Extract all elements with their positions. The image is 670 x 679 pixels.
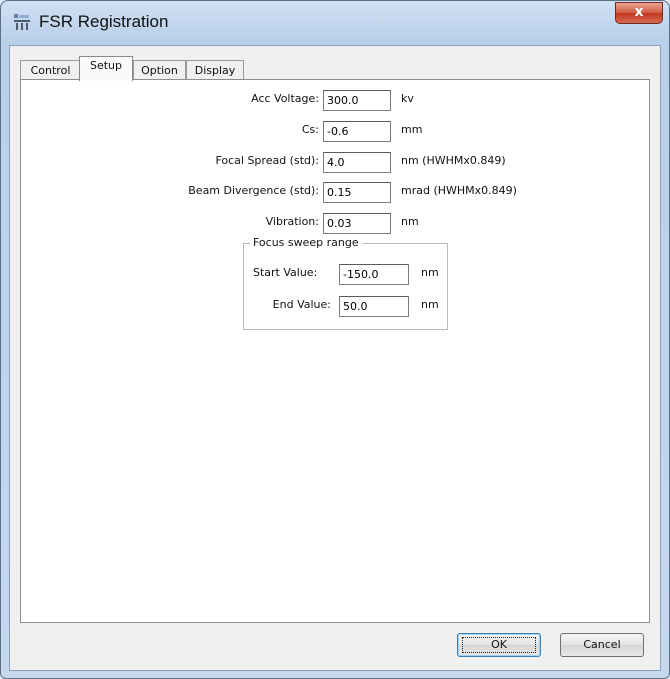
cs-label: Cs: (301, 123, 319, 136)
ok-button[interactable]: OK (457, 633, 541, 657)
close-icon: x (634, 4, 644, 20)
focus-ring (462, 637, 536, 653)
dialog-window: FSR Registration x Control Setup Option … (0, 0, 670, 679)
tab-display[interactable]: Display (186, 60, 244, 80)
cancel-button-label: Cancel (583, 638, 621, 651)
title-bar[interactable]: FSR Registration x (1, 1, 669, 45)
acc-voltage-unit: kv (401, 92, 414, 105)
beam-divergence-unit: mrad (HWHMx0.849) (401, 184, 517, 197)
beam-divergence-label: Beam Divergence (std): (188, 184, 319, 197)
acc-voltage-field[interactable] (323, 90, 391, 111)
cs-unit: mm (401, 123, 423, 136)
tab-setup[interactable]: Setup (79, 56, 133, 81)
focus-sweep-range-group: Focus sweep range Start Value: nm End Va… (243, 236, 448, 330)
end-value-unit: nm (421, 298, 439, 311)
start-value-label: Start Value: (253, 266, 318, 279)
end-value-label: End Value: (272, 298, 331, 311)
beam-divergence-field[interactable] (323, 182, 391, 203)
cs-field[interactable] (323, 121, 391, 142)
fsr-app-icon (14, 14, 30, 30)
tab-control[interactable]: Control (20, 60, 81, 80)
cancel-button[interactable]: Cancel (560, 633, 644, 657)
focal-spread-unit: nm (HWHMx0.849) (401, 154, 506, 167)
close-button[interactable]: x (615, 2, 663, 24)
tab-option[interactable]: Option (133, 60, 186, 80)
vibration-label: Vibration: (265, 215, 319, 228)
setup-tab-page: Acc Voltage: kv Cs: mm Focal Spread (std… (20, 79, 650, 623)
window-title: FSR Registration (39, 12, 169, 31)
acc-voltage-label: Acc Voltage: (251, 92, 319, 105)
focus-sweep-range-title: Focus sweep range (250, 236, 362, 249)
focal-spread-label: Focal Spread (std): (215, 154, 319, 167)
end-value-field[interactable] (339, 296, 409, 317)
focal-spread-field[interactable] (323, 152, 391, 173)
vibration-unit: nm (401, 215, 419, 228)
vibration-field[interactable] (323, 213, 391, 234)
start-value-field[interactable] (339, 264, 409, 285)
dialog-client-area: Control Setup Option Display Acc Voltage… (9, 45, 661, 671)
start-value-unit: nm (421, 266, 439, 279)
